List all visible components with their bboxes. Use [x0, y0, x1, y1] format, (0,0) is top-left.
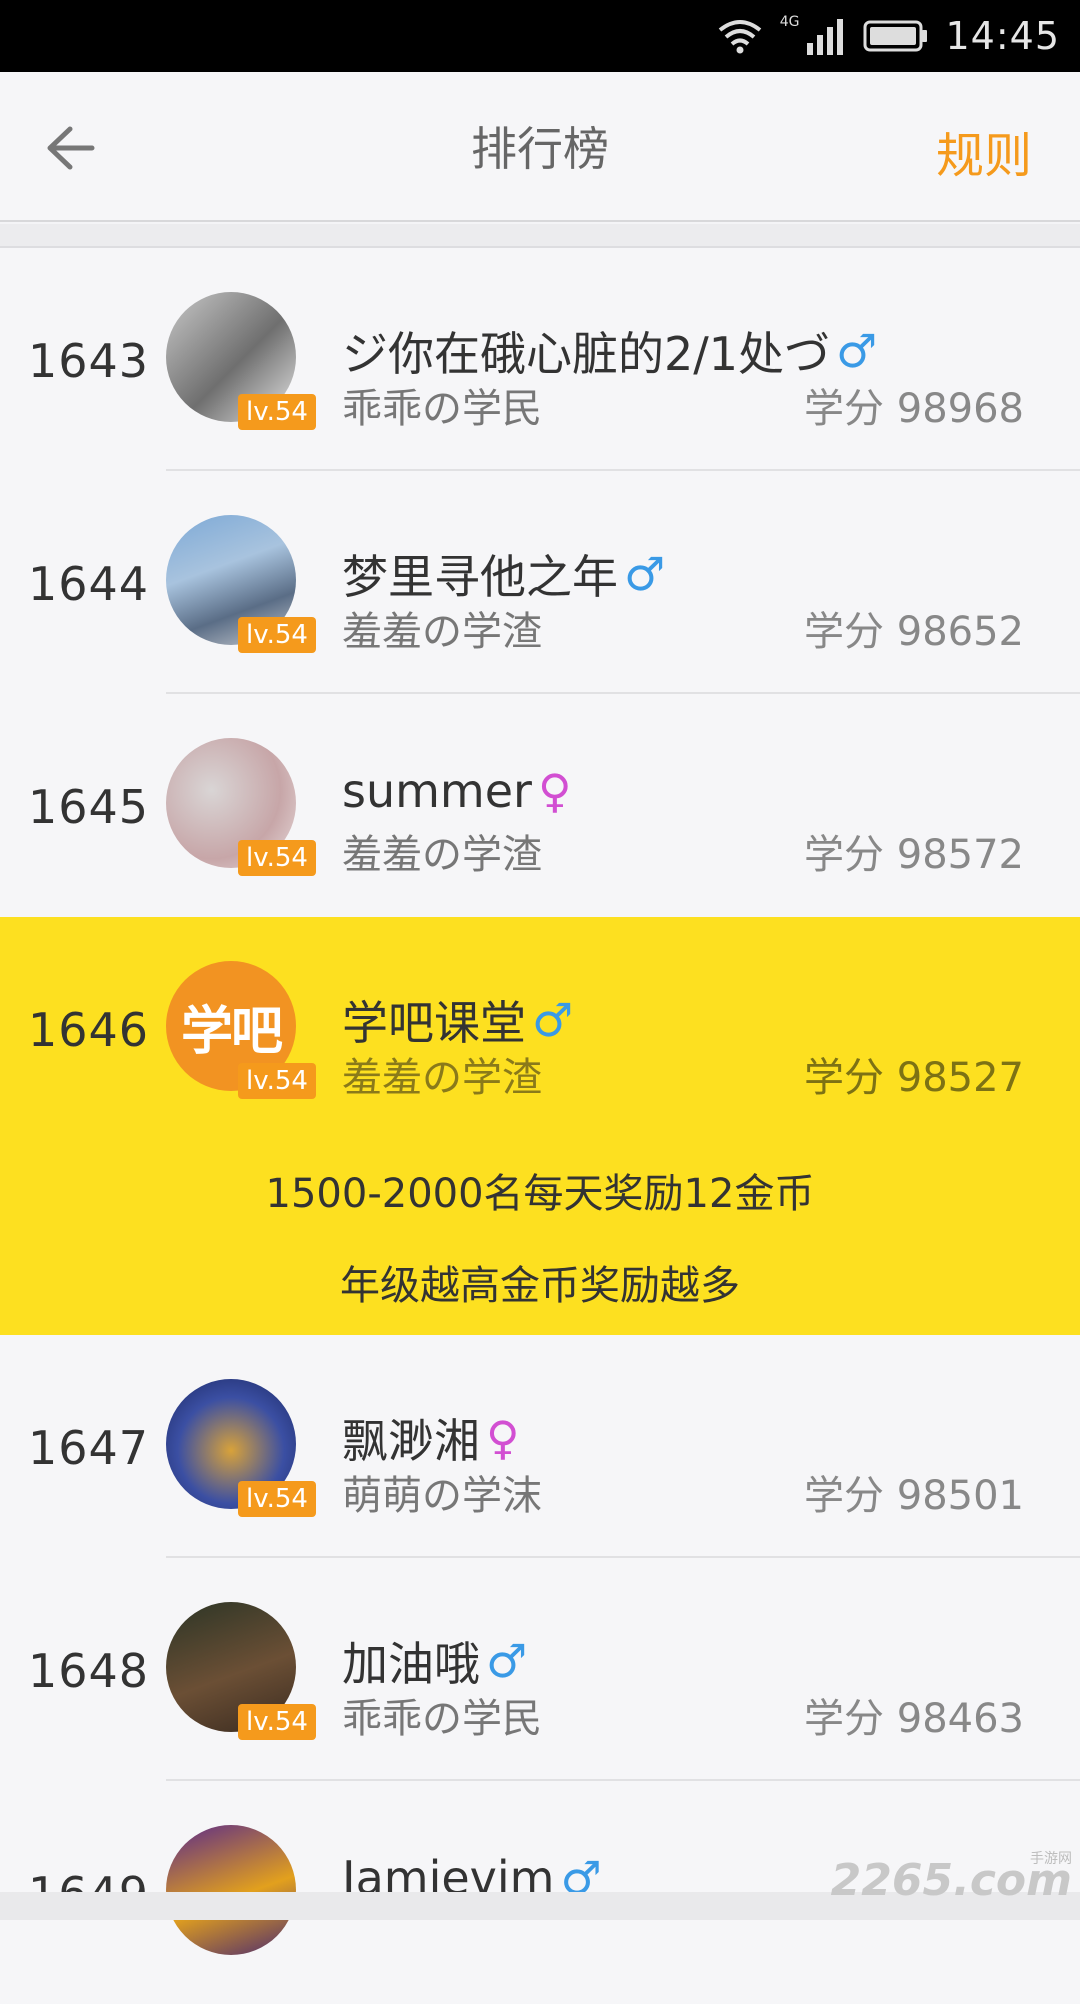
status-time: 14:45	[945, 14, 1060, 58]
user-title: 乖乖の学民	[342, 1686, 542, 1744]
user-name: 加油哦	[342, 1628, 480, 1694]
male-icon: ♂	[532, 997, 573, 1043]
level-badge: lv.54	[238, 394, 316, 430]
battery-icon	[863, 19, 929, 53]
user-title: 羞羞の学渣	[342, 822, 542, 880]
user-name: ジ你在硪心脏的2/1处づ	[342, 318, 830, 384]
arrow-left-icon	[44, 125, 96, 171]
user-title: 羞羞の学渣	[342, 599, 542, 657]
wifi-icon	[718, 18, 762, 54]
rules-button[interactable]: 规则	[936, 116, 1032, 186]
ranking-row[interactable]: 1645 lv.54 summer ♀ 羞羞の学渣 学分 98572	[0, 694, 1080, 917]
reward-info-secondary: 年级越高金币奖励越多	[0, 1253, 1080, 1311]
watermark: 2265.com	[831, 1855, 1072, 1906]
status-bar: 4G 14:45	[0, 0, 1080, 72]
ranking-list: 1643 lv.54 ジ你在硪心脏的2/1处づ ♂ 乖乖の学民 学分 98968…	[0, 248, 1080, 2004]
rank-number: 1646	[28, 1003, 149, 1057]
male-icon: ♂	[836, 328, 877, 374]
score: 学分 98572	[804, 822, 1024, 880]
user-title: 萌萌の学沫	[342, 1463, 542, 1521]
level-badge: lv.54	[238, 617, 316, 653]
rank-number: 1644	[28, 557, 149, 611]
ranking-row[interactable]: 1647 lv.54 飘渺湘 ♀ 萌萌の学沫 学分 98501	[0, 1335, 1080, 1558]
rank-number: 1648	[28, 1644, 149, 1698]
score: 学分 98968	[804, 376, 1024, 434]
level-badge: lv.54	[238, 1063, 316, 1099]
level-badge: lv.54	[238, 1704, 316, 1740]
ranking-row[interactable]: 1643 lv.54 ジ你在硪心脏的2/1处づ ♂ 乖乖の学民 学分 98968	[0, 248, 1080, 471]
rank-number: 1647	[28, 1421, 149, 1475]
score: 学分 98463	[804, 1686, 1024, 1744]
user-name: 飘渺湘	[342, 1405, 480, 1471]
signal-icon	[805, 17, 845, 55]
score: 学分 98652	[804, 599, 1024, 657]
rank-number: 1645	[28, 780, 149, 834]
ranking-row[interactable]: 1648 lv.54 加油哦 ♂ 乖乖の学民 学分 98463	[0, 1558, 1080, 1781]
level-badge: lv.54	[238, 840, 316, 876]
user-name: summer	[342, 764, 532, 818]
user-name: 梦里寻他之年	[342, 541, 618, 607]
current-user-row[interactable]: 1646 学吧 lv.54 学吧课堂 ♂ 羞羞の学渣 学分 98527 1500…	[0, 917, 1080, 1335]
top-app-bar: 排行榜 规则	[0, 72, 1080, 222]
female-icon: ♀	[538, 768, 572, 814]
section-divider	[0, 224, 1080, 248]
avatar[interactable]	[166, 1825, 296, 1955]
back-button[interactable]	[40, 118, 100, 178]
user-name: 学吧课堂	[342, 987, 526, 1053]
ranking-row[interactable]: 1644 lv.54 梦里寻他之年 ♂ 羞羞の学渣 学分 98652	[0, 471, 1080, 694]
level-badge: lv.54	[238, 1481, 316, 1517]
male-icon: ♂	[624, 551, 665, 597]
score: 学分 98501	[804, 1463, 1024, 1521]
female-icon: ♀	[486, 1415, 520, 1461]
rank-number: 1643	[28, 334, 149, 388]
user-title: 羞羞の学渣	[342, 1045, 542, 1103]
xueba-logo: 学吧	[181, 989, 281, 1064]
network-type: 4G	[780, 14, 800, 30]
male-icon: ♂	[486, 1638, 527, 1684]
page-title: 排行榜	[471, 113, 609, 179]
reward-info: 1500-2000名每天奖励12金币	[0, 1161, 1080, 1219]
user-title: 乖乖の学民	[342, 376, 542, 434]
score: 学分 98527	[804, 1045, 1024, 1103]
